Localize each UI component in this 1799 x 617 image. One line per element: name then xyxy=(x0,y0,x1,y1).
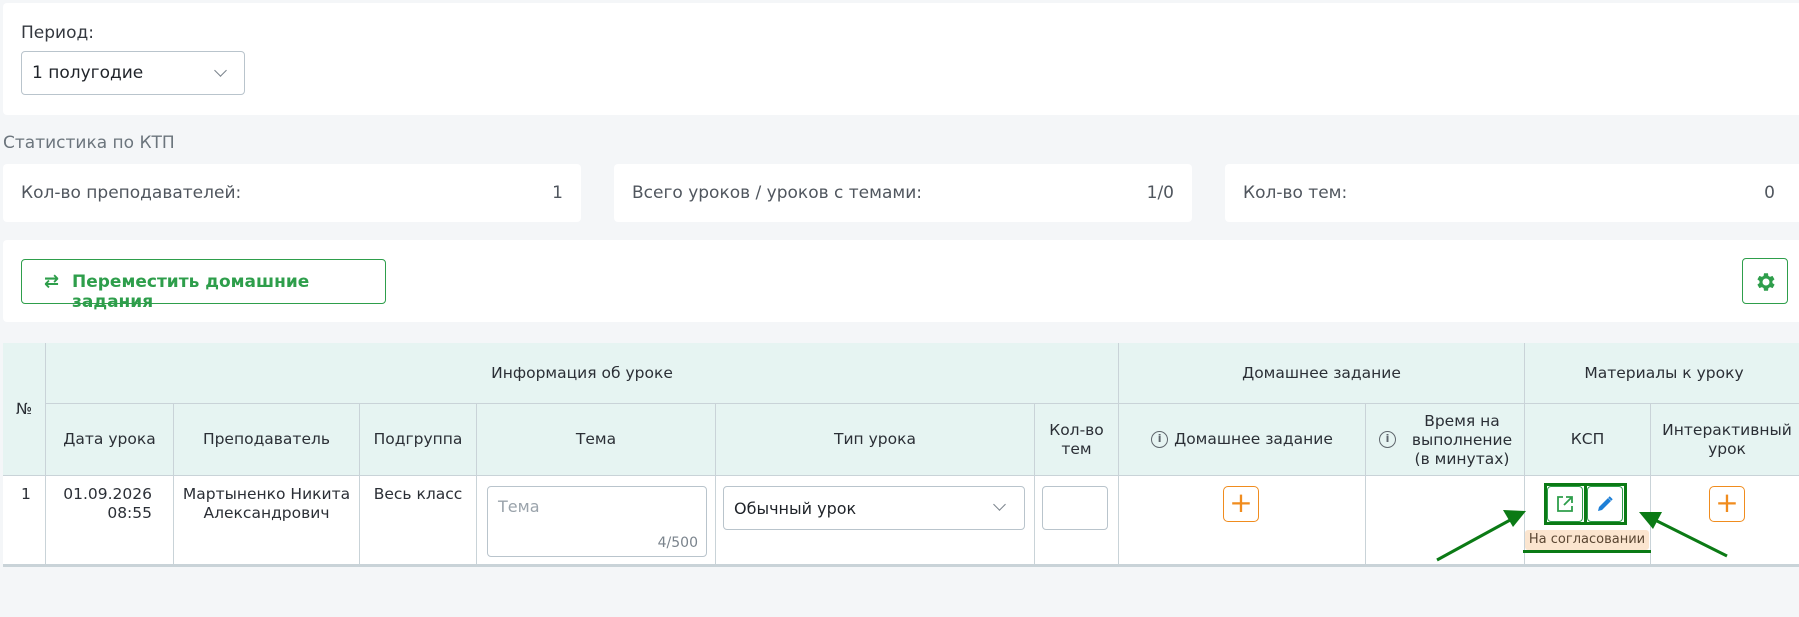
cell-date: 01.09.2026 08:55 xyxy=(46,476,174,565)
add-homework-button[interactable]: + xyxy=(1223,486,1259,522)
col-header-topic-count: Кол-во тем xyxy=(1035,404,1119,476)
col-header-lesson-type: Тип урока xyxy=(716,404,1035,476)
stat-topics: Кол-во тем: 0 xyxy=(1225,164,1799,222)
cell-subgroup: Весь класс xyxy=(360,476,477,565)
col-header-subgroup: Подгруппа xyxy=(360,404,477,476)
chevron-down-icon xyxy=(993,498,1006,511)
col-header-teacher: Преподаватель xyxy=(174,404,360,476)
stat-teachers: Кол-во преподавателей: 1 xyxy=(3,164,581,222)
annotation-highlight-box xyxy=(1544,483,1587,525)
move-homework-label: Переместить домашние задания xyxy=(72,272,310,312)
stats-title: Статистика по КТП xyxy=(3,133,175,153)
period-select[interactable]: 1 полугодие xyxy=(21,51,245,95)
stat-value: 1 xyxy=(552,183,563,203)
group-header-homework: Домашнее задание xyxy=(1119,343,1525,404)
info-icon: i xyxy=(1151,431,1169,448)
stat-lessons: Всего уроков / уроков с темами: 1/0 xyxy=(614,164,1192,222)
col-header-num: № xyxy=(3,343,46,476)
cell-teacher: Мартыненко Никита Александрович xyxy=(174,476,360,565)
topic-input[interactable]: Тема 4/500 xyxy=(487,486,707,557)
col-header-date: Дата урока xyxy=(46,404,174,476)
group-header-materials: Материалы к уроку xyxy=(1525,343,1799,404)
swap-arrows-icon: ⇄ xyxy=(44,271,60,292)
period-card: Период: 1 полугодие xyxy=(3,3,1799,115)
lesson-type-value: Обычный урок xyxy=(734,499,857,518)
stat-value: 0 xyxy=(1764,183,1775,203)
lesson-time: 08:55 xyxy=(107,504,152,522)
gear-icon xyxy=(1757,273,1775,291)
col-header-time: i Время на выполнение (в минутах) xyxy=(1366,404,1525,476)
info-icon: i xyxy=(1379,431,1396,448)
stat-value: 1/0 xyxy=(1146,183,1174,203)
col-header-ksp: КСП xyxy=(1525,404,1651,476)
col-header-topic: Тема xyxy=(477,404,716,476)
stat-label: Всего уроков / уроков с темами: xyxy=(632,183,922,203)
lesson-date: 01.09.2026 xyxy=(63,485,152,503)
lesson-type-select[interactable]: Обычный урок xyxy=(723,486,1025,530)
stat-label: Кол-во тем: xyxy=(1243,183,1348,203)
ksp-status-badge: На согласовании xyxy=(1525,530,1649,550)
stat-label: Кол-во преподавателей: xyxy=(21,183,242,203)
col-header-interactive: Интерактивный урок xyxy=(1651,404,1799,476)
add-interactive-lesson-button[interactable]: + xyxy=(1709,486,1745,522)
group-header-lesson-info: Информация об уроке xyxy=(46,343,1119,404)
cell-time xyxy=(1366,476,1525,565)
cell-num: 1 xyxy=(3,476,46,565)
move-homework-button[interactable]: ⇄ Переместить домашние задания xyxy=(21,259,386,312)
period-select-value: 1 полугодие xyxy=(32,63,144,83)
topic-placeholder: Тема xyxy=(498,497,540,516)
col-header-homework: i Домашнее задание xyxy=(1119,404,1366,476)
lessons-table: № Информация об уроке Домашнее задание М… xyxy=(3,343,1799,567)
plus-icon: + xyxy=(1715,486,1739,519)
annotation-highlight-box xyxy=(1584,483,1627,525)
plus-icon: + xyxy=(1229,486,1253,519)
action-bar: ⇄ Переместить домашние задания xyxy=(3,240,1799,322)
topic-char-counter: 4/500 xyxy=(657,535,698,551)
chevron-down-icon xyxy=(214,64,227,77)
period-label: Период: xyxy=(21,23,94,43)
annotation-underline xyxy=(1523,550,1651,553)
topic-count-input[interactable] xyxy=(1042,486,1108,530)
settings-button[interactable] xyxy=(1742,258,1788,304)
